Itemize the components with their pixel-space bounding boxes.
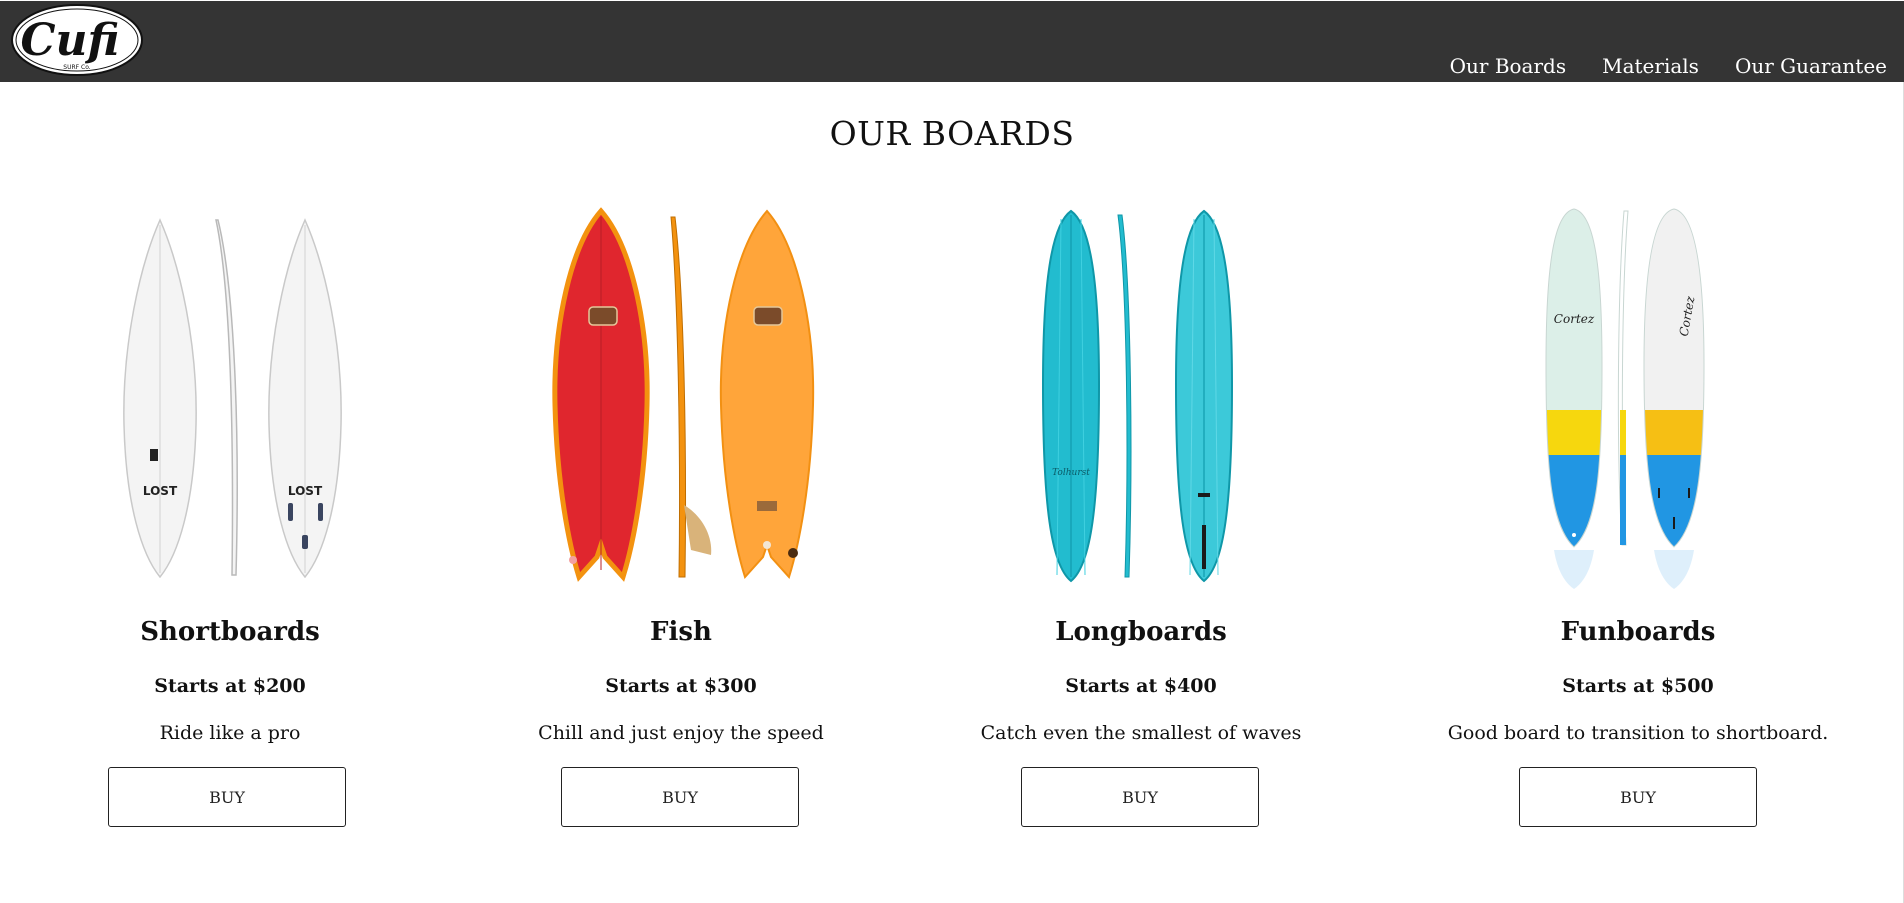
svg-text:Tolhurst: Tolhurst xyxy=(1052,468,1090,478)
board-name: Longboards xyxy=(1055,617,1227,647)
board-description: Chill and just enjoy the speed xyxy=(538,722,824,744)
site-header: Cufi SURF Co. Our Boards Materials Our G… xyxy=(0,1,1904,82)
funboard-image: Cortez Cortez xyxy=(1545,208,1705,589)
board-card-fish: Fish Starts at $300 Chill and just enjoy… xyxy=(451,205,911,827)
shortboard-image: LOST LOST xyxy=(123,218,342,579)
fish-board-image xyxy=(552,207,815,582)
board-name: Funboards xyxy=(1560,617,1716,647)
svg-text:LOST: LOST xyxy=(143,484,178,498)
buy-button-fish[interactable]: BUY xyxy=(561,767,799,827)
board-price: Starts at $400 xyxy=(1065,675,1217,697)
svg-text:Cortez: Cortez xyxy=(1554,312,1595,326)
logo-wordmark: Cufi xyxy=(21,15,120,66)
buy-button-funboards[interactable]: BUY xyxy=(1519,767,1757,827)
buy-button-longboards[interactable]: BUY xyxy=(1021,767,1259,827)
board-price: Starts at $300 xyxy=(605,675,757,697)
board-description: Catch even the smallest of waves xyxy=(980,722,1302,744)
nav-link-materials[interactable]: Materials xyxy=(1602,54,1699,78)
longboard-image: Tolhurst xyxy=(1041,209,1234,583)
nav-link-our-guarantee[interactable]: Our Guarantee xyxy=(1735,54,1887,78)
board-price: Starts at $200 xyxy=(154,675,306,697)
cufi-logo[interactable]: Cufi SURF Co. xyxy=(10,3,144,77)
board-name: Fish xyxy=(650,617,712,647)
board-card-funboards: Cortez Cortez Funboards Starts at $500 G… xyxy=(1408,205,1868,827)
board-card-longboards: Tolhurst Longboards Starts at $400 Catch… xyxy=(911,205,1371,827)
board-description: Ride like a pro xyxy=(159,722,301,744)
nav-link-our-boards[interactable]: Our Boards xyxy=(1450,54,1566,78)
board-price: Starts at $500 xyxy=(1562,675,1714,697)
board-card-shortboards: LOST LOST Shortboards Starts at $200 Rid… xyxy=(0,205,460,827)
buy-button-shortboards[interactable]: BUY xyxy=(108,767,346,827)
logo-subtext: SURF Co. xyxy=(63,64,90,71)
board-name: Shortboards xyxy=(140,617,320,647)
page-title: OUR BOARDS xyxy=(829,114,1075,153)
board-description: Good board to transition to shortboard. xyxy=(1447,722,1829,744)
main-nav: Our Boards Materials Our Guarantee xyxy=(1450,54,1887,78)
svg-text:LOST: LOST xyxy=(288,484,323,498)
